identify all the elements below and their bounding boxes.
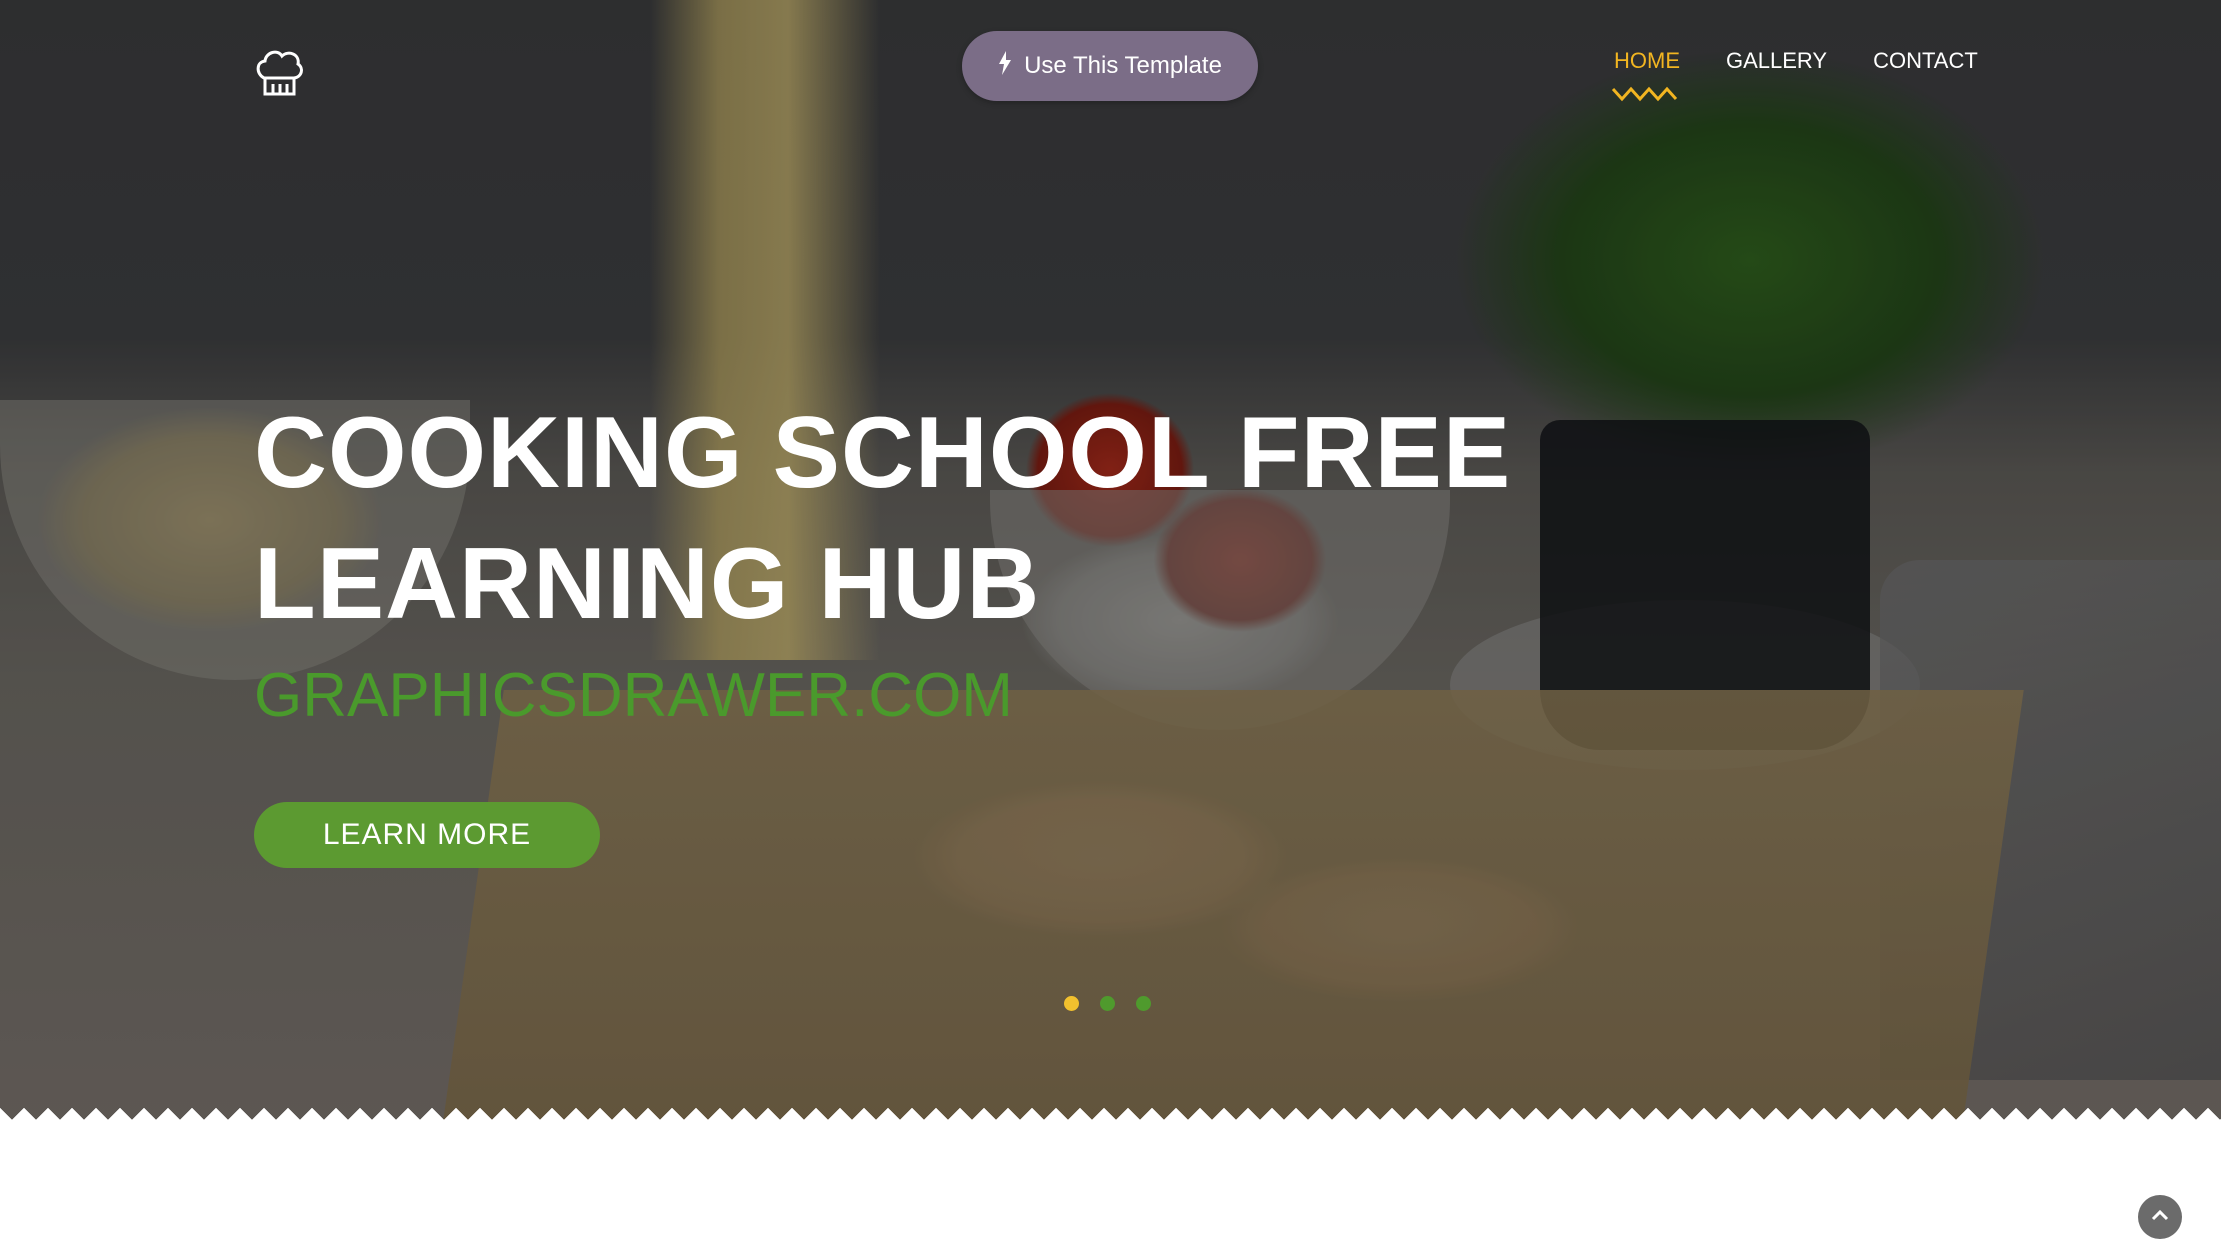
slider-dot-3[interactable] (1136, 996, 1151, 1011)
nav-item-contact-label: CONTACT (1873, 48, 1978, 73)
chef-hat-icon[interactable] (252, 44, 306, 98)
hero-title-line1: COOKING SCHOOL FREE (254, 397, 1512, 509)
chevron-up-icon (2150, 1208, 2170, 1227)
lightning-bolt-icon (998, 51, 1012, 81)
hero-subtitle: GRAPHICSDRAWER.COM (254, 661, 1013, 730)
zigzag-divider (0, 1108, 2221, 1128)
slider-dot-2[interactable] (1100, 996, 1115, 1011)
back-to-top-button[interactable] (2138, 1195, 2182, 1239)
slider-dot-1[interactable] (1064, 996, 1079, 1011)
learn-more-button[interactable]: LEARN MORE (254, 802, 600, 868)
hero-title: COOKING SCHOOL FREE LEARNING HUB (254, 388, 1654, 650)
nav-item-home[interactable]: HOME (1611, 48, 1680, 102)
slider-dots (1064, 996, 1151, 1011)
hero-title-line2: LEARNING HUB (254, 528, 1041, 640)
hero-banner: Use This Template HOME GALLERY CONTACT C… (0, 0, 2221, 1128)
nav-item-home-label: HOME (1614, 48, 1680, 73)
active-squiggle-icon (1611, 86, 1678, 102)
main-nav: HOME GALLERY CONTACT (1611, 48, 1978, 102)
nav-item-gallery[interactable]: GALLERY (1726, 48, 1827, 74)
use-template-button[interactable]: Use This Template (962, 31, 1258, 101)
nav-item-gallery-label: GALLERY (1726, 48, 1828, 73)
use-template-label: Use This Template (1024, 52, 1222, 79)
nav-item-contact[interactable]: CONTACT (1873, 48, 1978, 74)
